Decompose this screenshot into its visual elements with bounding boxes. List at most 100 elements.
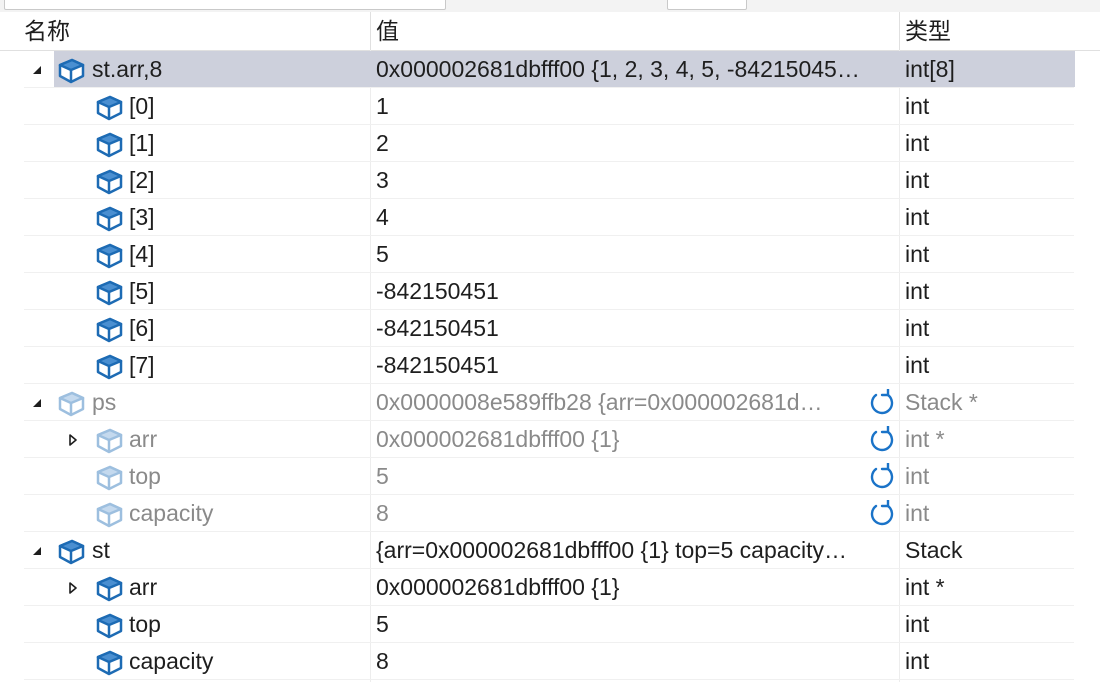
variable-type: int * (905, 426, 945, 452)
variable-type: int (905, 352, 930, 378)
variable-icon (94, 610, 124, 640)
variable-icon (94, 573, 124, 603)
watch-row[interactable]: capacity 8 int (0, 643, 1100, 680)
variable-name: [5] (129, 278, 155, 304)
variable-type: int (905, 278, 930, 304)
watch-row[interactable]: arr 0x000002681dbfff00 {1} int * (0, 569, 1100, 606)
variable-icon (94, 462, 124, 492)
variable-type: int * (905, 574, 945, 600)
watch-row[interactable]: st {arr=0x000002681dbfff00 {1} top=5 cap… (0, 532, 1100, 569)
search-box[interactable] (4, 0, 446, 10)
variable-icon (94, 277, 124, 307)
watch-row[interactable]: ps 0x0000008e589ffb28 {arr=0x000002681d…… (0, 384, 1100, 421)
collapsed-arrow-icon[interactable] (66, 421, 80, 458)
watch-grid: st.arr,8 0x000002681dbfff00 {1, 2, 3, 4,… (0, 51, 1100, 680)
variable-value[interactable]: -842150451 (376, 347, 901, 384)
watch-row[interactable]: [1] 2 int (0, 125, 1100, 162)
variable-value[interactable]: 0x000002681dbfff00 {1, 2, 3, 4, 5, -8421… (376, 51, 901, 88)
refresh-icon[interactable] (868, 424, 896, 454)
variable-icon (94, 647, 124, 677)
variable-name: arr (129, 574, 158, 600)
variable-value[interactable]: 0x000002681dbfff00 {1} (376, 421, 866, 458)
variable-value[interactable]: 1 (376, 88, 901, 125)
variable-icon (94, 203, 124, 233)
watch-row[interactable]: [2] 3 int (0, 162, 1100, 199)
variable-value[interactable]: 4 (376, 199, 901, 236)
expanded-arrow-icon[interactable] (30, 51, 44, 88)
variable-value[interactable]: 2 (376, 125, 901, 162)
variable-name: ps (92, 389, 117, 415)
watch-header: 名称 值 类型 (0, 12, 1100, 51)
variable-type: Stack (905, 537, 963, 563)
variable-icon (94, 425, 124, 455)
variable-icon (56, 388, 86, 418)
watch-row[interactable]: [6] -842150451 int (0, 310, 1100, 347)
variable-name: st (92, 537, 110, 563)
type-column-header[interactable]: 类型 (905, 12, 951, 50)
variable-type: int (905, 648, 930, 674)
variable-name: [0] (129, 93, 155, 119)
watch-row[interactable]: [7] -842150451 int (0, 347, 1100, 384)
variable-type: int (905, 167, 930, 193)
variable-name: [7] (129, 352, 155, 378)
variable-icon (56, 536, 86, 566)
variable-value[interactable]: 3 (376, 162, 901, 199)
variable-icon (94, 240, 124, 270)
variable-name: capacity (129, 648, 214, 674)
variable-value[interactable]: 5 (376, 236, 901, 273)
watch-row[interactable]: arr 0x000002681dbfff00 {1} int * (0, 421, 1100, 458)
variable-value[interactable]: 8 (376, 495, 866, 532)
variable-icon (94, 351, 124, 381)
variable-name: arr (129, 426, 158, 452)
watch-row[interactable]: [5] -842150451 int (0, 273, 1100, 310)
variable-type: int (905, 130, 930, 156)
column-separator[interactable] (899, 12, 900, 50)
variable-name: [3] (129, 204, 155, 230)
expanded-arrow-icon[interactable] (30, 384, 44, 421)
value-column-header[interactable]: 值 (376, 12, 399, 50)
variable-type: int (905, 93, 930, 119)
variable-value[interactable]: 5 (376, 458, 866, 495)
variable-type: int[8] (905, 56, 955, 82)
variable-value[interactable]: {arr=0x000002681dbfff00 {1} top=5 capaci… (376, 532, 901, 569)
collapsed-arrow-icon[interactable] (66, 569, 80, 606)
variable-value[interactable]: 8 (376, 643, 901, 680)
watch-row[interactable]: top 5 int (0, 606, 1100, 643)
watch-row[interactable]: [0] 1 int (0, 88, 1100, 125)
watch-row[interactable]: [3] 4 int (0, 199, 1100, 236)
watch-row[interactable]: top 5 int (0, 458, 1100, 495)
watch-row[interactable]: capacity 8 int (0, 495, 1100, 532)
variable-type: int (905, 315, 930, 341)
variable-icon (56, 55, 86, 85)
refresh-icon[interactable] (868, 461, 896, 491)
name-column-header[interactable]: 名称 (24, 12, 70, 50)
variable-value[interactable]: 0x000002681dbfff00 {1} (376, 569, 901, 606)
variable-value[interactable]: -842150451 (376, 310, 901, 347)
variable-value[interactable]: -842150451 (376, 273, 901, 310)
column-separator[interactable] (370, 12, 371, 50)
top-toolbar (0, 0, 1100, 12)
variable-icon (94, 129, 124, 159)
variable-icon (94, 499, 124, 529)
variable-name: [1] (129, 130, 155, 156)
variable-type: int (905, 204, 930, 230)
variable-type: int (905, 241, 930, 267)
watch-row[interactable]: [4] 5 int (0, 236, 1100, 273)
refresh-icon[interactable] (868, 387, 896, 417)
variable-type: int (905, 500, 930, 526)
refresh-icon[interactable] (868, 498, 896, 528)
variable-name: top (129, 463, 161, 489)
search-depth-box[interactable] (667, 0, 747, 10)
variable-name: top (129, 611, 161, 637)
watch-row[interactable]: st.arr,8 0x000002681dbfff00 {1, 2, 3, 4,… (0, 51, 1100, 88)
variable-value[interactable]: 0x0000008e589ffb28 {arr=0x000002681d… (376, 384, 866, 421)
variable-icon (94, 166, 124, 196)
variable-name: [2] (129, 167, 155, 193)
variable-name: [6] (129, 315, 155, 341)
variable-name: [4] (129, 241, 155, 267)
expanded-arrow-icon[interactable] (30, 532, 44, 569)
variable-name: st.arr,8 (92, 56, 163, 82)
variable-icon (94, 92, 124, 122)
variable-type: Stack * (905, 389, 978, 415)
variable-value[interactable]: 5 (376, 606, 901, 643)
